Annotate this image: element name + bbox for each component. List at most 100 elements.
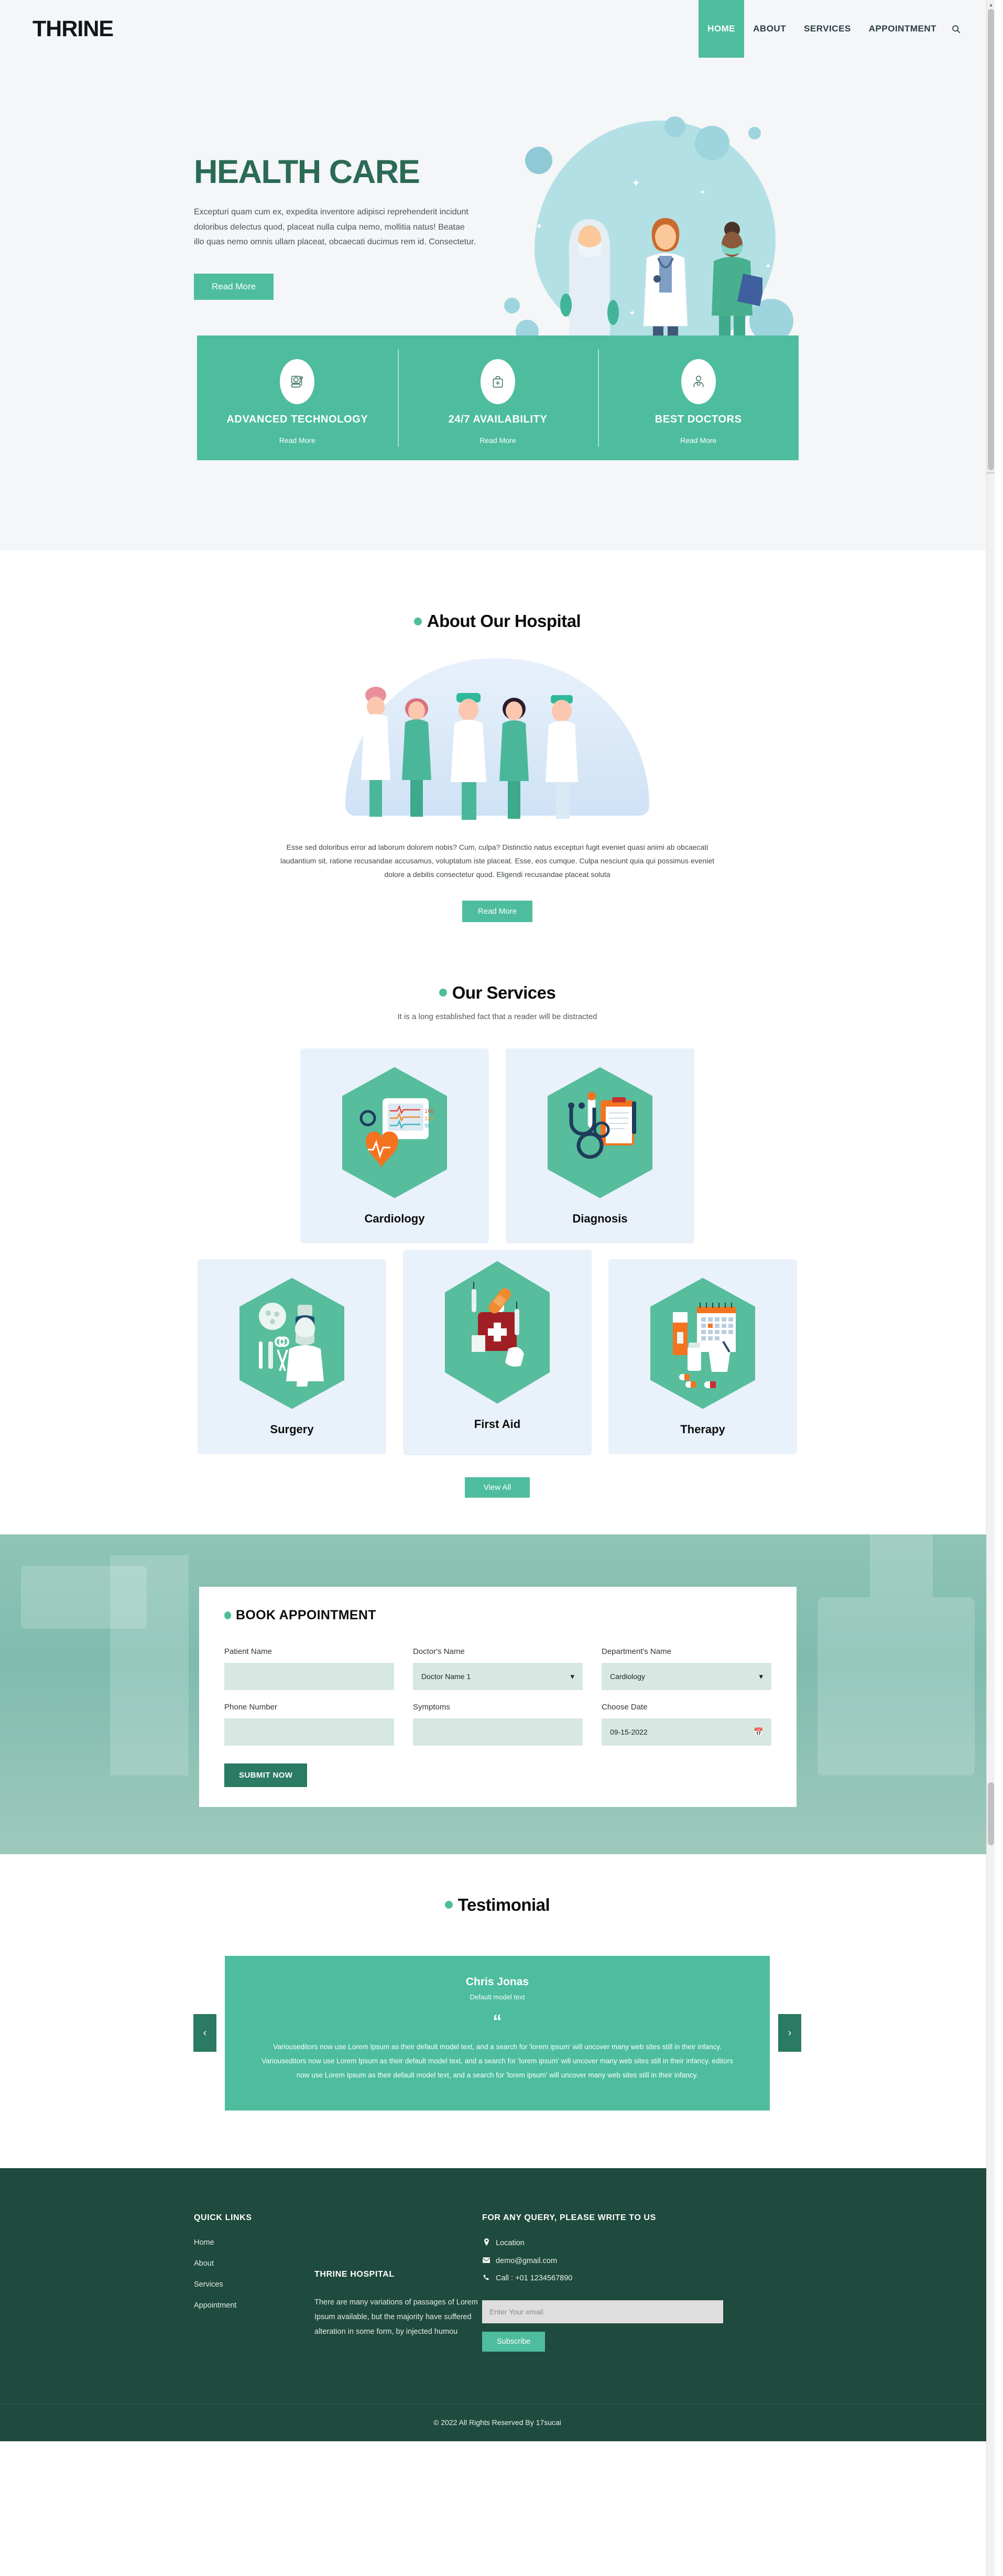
sparkle-icon: ✦: [631, 178, 640, 189]
doctor-name-select[interactable]: [413, 1662, 583, 1690]
department-name-select[interactable]: [602, 1662, 771, 1690]
service-card-therapy[interactable]: Therapy: [608, 1259, 797, 1454]
feature-title: BEST DOCTORS: [655, 413, 742, 425]
footer-hospital-text: There are many variations of passages of…: [314, 2298, 478, 2336]
field-patient-name: Patient Name: [224, 1647, 394, 1690]
testimonial-section: Testimonial ‹ Chris Jonas Default model …: [0, 1854, 995, 2168]
feature-card-advanced-technology[interactable]: ADVANCED TECHNOLOGY Read More: [197, 335, 398, 460]
bg-shape: [870, 1534, 933, 1597]
medical-kit-icon: [481, 359, 515, 404]
page-root: THRINE HOME ABOUT SERVICES APPOINTMENT H…: [0, 0, 995, 2576]
scroll-thumb[interactable]: [988, 9, 994, 470]
about-read-more-button[interactable]: Read More: [462, 900, 533, 922]
footer-link-about[interactable]: About: [194, 2259, 314, 2268]
bg-shape: [110, 1555, 189, 1776]
services-heading: Our Services: [0, 979, 995, 1003]
testimonial-prev-button[interactable]: ‹: [193, 2014, 216, 2052]
phone-icon: [482, 2274, 490, 2283]
feature-card-best-doctors[interactable]: BEST DOCTORS Read More: [598, 335, 799, 460]
feature-title: ADVANCED TECHNOLOGY: [226, 413, 368, 425]
phone-number-input[interactable]: [224, 1718, 394, 1746]
decor-bubble: [748, 127, 761, 139]
feature-card-availability[interactable]: 24/7 AVAILABILITY Read More: [397, 335, 598, 460]
main-navigation: HOME ABOUT SERVICES APPOINTMENT: [699, 0, 966, 58]
site-logo[interactable]: THRINE: [32, 16, 114, 42]
testimonial-author-name: Chris Jonas: [465, 1975, 529, 1988]
field-doctor-name: Doctor's Name: [413, 1647, 583, 1690]
footer-columns: QUICK LINKS Home About Services Appointm…: [0, 2213, 995, 2366]
feature-read-more-link[interactable]: Read More: [680, 436, 716, 445]
footer-email-text[interactable]: demo@gmail.com: [496, 2257, 557, 2265]
feature-bar-area: ADVANCED TECHNOLOGY Read More 24/7 AVAIL…: [0, 335, 995, 550]
heart-monitor-icon: 160 120 98: [342, 1067, 447, 1198]
phone-number-label: Phone Number: [224, 1702, 277, 1712]
scroll-thumb-secondary[interactable]: [988, 1782, 994, 1845]
services-row-1: 160 120 98 Cardiology Diagnosis: [0, 1048, 995, 1243]
footer-link-appointment[interactable]: Appointment: [194, 2301, 314, 2310]
testimonial-body-text: Variouseditors now use Lorem Ipsum as th…: [261, 2042, 733, 2079]
service-card-cardiology[interactable]: 160 120 98 Cardiology: [300, 1048, 489, 1243]
view-all-button[interactable]: View All: [464, 1477, 530, 1498]
field-symptoms: Symptoms: [413, 1703, 583, 1746]
hero-text-block: HEALTH CARE Excepturi quam cum ex, exped…: [194, 155, 487, 300]
appointment-form-card: BOOK APPOINTMENT Patient Name Doctor's N…: [199, 1586, 797, 1807]
doctor-name-select-wrap: [413, 1662, 583, 1690]
first-aid-kit-icon: [445, 1261, 550, 1404]
footer-hospital-info: THRINE HOSPITAL There are many variation…: [314, 2213, 482, 2366]
feature-read-more-link[interactable]: Read More: [279, 436, 315, 445]
hero-read-more-button[interactable]: Read More: [194, 273, 274, 300]
department-name-label: Department's Name: [602, 1647, 671, 1656]
footer-quick-links: QUICK LINKS Home About Services Appointm…: [194, 2213, 314, 2366]
newsletter-email-input[interactable]: [482, 2300, 723, 2323]
nav-item-appointment[interactable]: APPOINTMENT: [860, 0, 945, 58]
footer-copyright: © 2022 All Rights Reserved By 17sucai: [0, 2404, 995, 2441]
patient-name-label: Patient Name: [224, 1647, 272, 1656]
quote-icon: “: [493, 2011, 502, 2031]
decor-bubble: [525, 147, 552, 174]
service-card-diagnosis[interactable]: Diagnosis: [506, 1048, 694, 1243]
hero-description: Excepturi quam cum ex, expedita inventor…: [194, 208, 476, 247]
calendar-icon[interactable]: 📅: [754, 1727, 764, 1737]
testimonial-carousel: ‹ Chris Jonas Default model text “ Vario…: [193, 1955, 801, 2110]
scroll-up-arrow[interactable]: ▲: [987, 0, 995, 9]
search-icon[interactable]: [945, 0, 966, 58]
sparkle-icon: ✦: [536, 222, 543, 231]
submit-now-button[interactable]: SUBMIT NOW: [224, 1763, 308, 1787]
services-grid: 160 120 98 Cardiology Diagnosis Surgery …: [0, 1048, 995, 1455]
symptoms-input[interactable]: [413, 1718, 583, 1746]
page-scrollbar[interactable]: ▲: [986, 0, 995, 2576]
nav-item-home[interactable]: HOME: [699, 0, 745, 58]
service-card-first-aid[interactable]: First Aid: [403, 1249, 592, 1455]
choose-date-input[interactable]: [602, 1718, 771, 1746]
services-section: Our Services It is a long established fa…: [0, 948, 995, 1534]
stethoscope-clipboard-icon: [548, 1067, 652, 1198]
bg-shape: [817, 1597, 975, 1776]
nav-item-about[interactable]: ABOUT: [744, 0, 795, 58]
feature-read-more-link[interactable]: Read More: [479, 436, 516, 445]
footer-link-home[interactable]: Home: [194, 2238, 314, 2247]
decor-bubble: [695, 126, 729, 160]
svg-text:120: 120: [424, 1116, 434, 1122]
choose-date-wrap: 📅: [602, 1718, 771, 1746]
location-pin-icon: [482, 2238, 490, 2248]
field-department-name: Department's Name: [602, 1647, 771, 1690]
symptoms-label: Symptoms: [413, 1702, 450, 1712]
appointment-title: BOOK APPOINTMENT: [236, 1607, 376, 1622]
footer-location-text: Location: [496, 2238, 525, 2247]
medicine-calendar-icon: [650, 1278, 755, 1409]
appointment-heading: BOOK APPOINTMENT: [224, 1608, 771, 1623]
footer-link-services[interactable]: Services: [194, 2280, 314, 2289]
about-illustration: [314, 658, 681, 831]
patient-name-input[interactable]: [224, 1662, 394, 1690]
appointment-form-grid: Patient Name Doctor's Name Department's …: [224, 1647, 771, 1746]
feature-title: 24/7 AVAILABILITY: [448, 413, 548, 425]
heading-dot-icon: [444, 1901, 453, 1909]
footer-quick-links-title: QUICK LINKS: [194, 2213, 252, 2222]
nav-item-services[interactable]: SERVICES: [795, 0, 860, 58]
decor-bubble: [504, 298, 520, 313]
service-label: Therapy: [680, 1422, 725, 1436]
service-card-surgery[interactable]: Surgery: [198, 1259, 386, 1454]
about-title: About Our Hospital: [427, 611, 581, 631]
testimonial-next-button[interactable]: ›: [778, 2014, 801, 2052]
subscribe-button[interactable]: Subscribe: [482, 2331, 546, 2352]
